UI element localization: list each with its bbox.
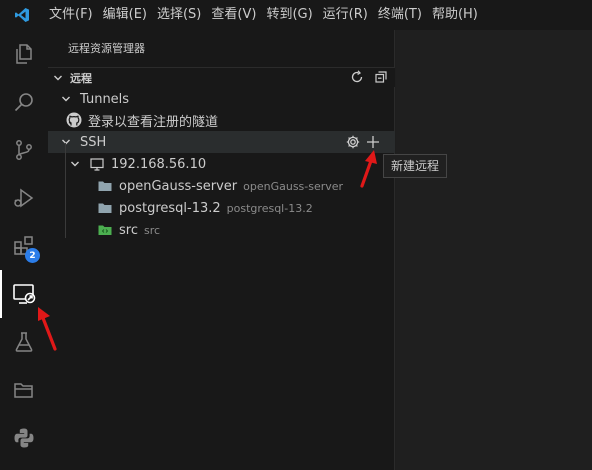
menu-selection[interactable]: 选择(S)	[152, 0, 206, 30]
collapse-all-icon[interactable]	[373, 69, 389, 89]
remote-folder-item[interactable]: postgresql-13.2 postgresql-13.2	[48, 197, 395, 219]
sign-in-tunnels-link: 登录以查看注册的隧道	[88, 114, 219, 130]
extensions-icon[interactable]: 2	[0, 222, 48, 270]
extensions-badge: 2	[25, 248, 40, 263]
editor-area	[396, 30, 592, 470]
menu-go[interactable]: 转到(G)	[261, 0, 317, 30]
new-remote-tooltip: 新建远程	[383, 154, 448, 178]
tunnels-item[interactable]: Tunnels	[48, 88, 395, 110]
remote-folder-item[interactable]: src src	[48, 219, 395, 241]
panel-title: 远程资源管理器	[68, 42, 145, 55]
ssh-label: SSH	[80, 134, 107, 150]
folder-name: src	[119, 222, 138, 238]
refresh-icon[interactable]	[349, 69, 365, 89]
ssh-host-item[interactable]: 192.168.56.10	[48, 153, 395, 175]
source-control-icon[interactable]	[0, 126, 48, 174]
remote-explorer-panel: 远程资源管理器 远程 Tunnels 登录以查看注册的隧道 SSH 192.16…	[48, 30, 395, 470]
folder-description: postgresql-13.2	[226, 201, 313, 215]
python-icon[interactable]	[0, 414, 48, 462]
folder-name: openGauss-server	[119, 178, 238, 194]
title-bar: 文件(F) 编辑(E) 选择(S) 查看(V) 转到(G) 运行(R) 终端(T…	[0, 0, 592, 30]
menu-help[interactable]: 帮助(H)	[427, 0, 483, 30]
menu-run[interactable]: 运行(R)	[318, 0, 373, 30]
remote-folder-item[interactable]: openGauss-server openGauss-server	[48, 175, 395, 197]
chevron-down-icon	[50, 70, 66, 86]
src-folder-icon	[97, 222, 113, 238]
menu-file[interactable]: 文件(F)	[44, 0, 98, 30]
folder-icon[interactable]	[0, 366, 48, 414]
menu-view[interactable]: 查看(V)	[206, 0, 261, 30]
folder-description: src	[143, 223, 161, 237]
menu-terminal[interactable]: 终端(T)	[373, 0, 427, 30]
monitor-icon	[89, 156, 105, 172]
activity-bar: 2	[0, 30, 48, 470]
chevron-down-icon	[67, 156, 83, 172]
chevron-down-icon	[58, 91, 74, 107]
folder-description: openGauss-server	[243, 179, 344, 193]
menu-edit[interactable]: 编辑(E)	[98, 0, 152, 30]
tunnels-label: Tunnels	[80, 91, 130, 107]
chevron-down-icon	[58, 134, 74, 150]
explorer-icon[interactable]	[0, 30, 48, 78]
section-label: 远程	[70, 71, 92, 85]
folder-name: postgresql-13.2	[119, 200, 221, 216]
host-label: 192.168.56.10	[111, 156, 207, 172]
remote-section-header[interactable]: 远程	[48, 67, 395, 87]
vscode-logo-icon	[0, 0, 44, 30]
folder-icon	[97, 178, 113, 194]
menu-bar: 文件(F) 编辑(E) 选择(S) 查看(V) 转到(G) 运行(R) 终端(T…	[44, 0, 483, 30]
tunnels-sign-in-item[interactable]: 登录以查看注册的隧道	[48, 109, 395, 131]
ssh-item[interactable]: SSH	[48, 131, 395, 153]
search-icon[interactable]	[0, 78, 48, 126]
annotation-arrow-icon	[360, 150, 377, 188]
run-debug-icon[interactable]	[0, 174, 48, 222]
folder-icon	[97, 200, 113, 216]
github-icon	[66, 112, 82, 128]
annotation-arrow-icon	[38, 307, 57, 351]
